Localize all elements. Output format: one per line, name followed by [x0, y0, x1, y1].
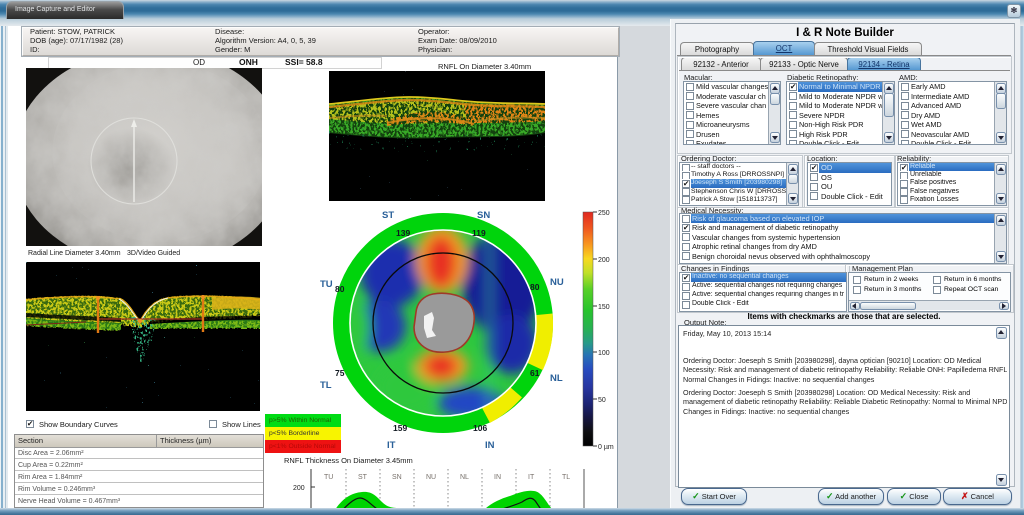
svg-text:IN: IN	[485, 440, 495, 451]
svg-text:SN: SN	[392, 474, 402, 481]
svg-text:0 µm: 0 µm	[598, 444, 614, 451]
svg-text:SN: SN	[477, 210, 490, 221]
svg-text:75: 75	[335, 368, 345, 378]
svg-text:61: 61	[530, 368, 540, 378]
svg-text:IT: IT	[528, 474, 535, 481]
svg-text:NU: NU	[426, 474, 436, 481]
svg-text:TU: TU	[320, 279, 333, 290]
svg-text:200: 200	[598, 257, 610, 264]
svg-text:NL: NL	[460, 474, 469, 481]
svg-text:IN: IN	[494, 474, 501, 481]
svg-text:NL: NL	[550, 373, 563, 384]
svg-text:106: 106	[473, 423, 487, 433]
svg-text:TL: TL	[320, 380, 332, 391]
svg-text:139: 139	[396, 228, 410, 238]
svg-text:TL: TL	[562, 474, 570, 481]
svg-text:ST: ST	[382, 210, 394, 221]
svg-text:TU: TU	[324, 474, 333, 481]
svg-text:150: 150	[598, 304, 610, 311]
svg-text:119: 119	[472, 228, 486, 238]
svg-text:100: 100	[598, 350, 610, 357]
svg-text:200: 200	[293, 485, 305, 492]
svg-text:80: 80	[335, 284, 345, 294]
svg-text:159: 159	[393, 423, 407, 433]
svg-text:ST: ST	[358, 474, 368, 481]
svg-text:IT: IT	[387, 440, 396, 451]
svg-text:80: 80	[530, 282, 540, 292]
svg-text:250: 250	[598, 210, 610, 217]
svg-text:NU: NU	[550, 277, 564, 288]
svg-text:50: 50	[598, 397, 606, 404]
